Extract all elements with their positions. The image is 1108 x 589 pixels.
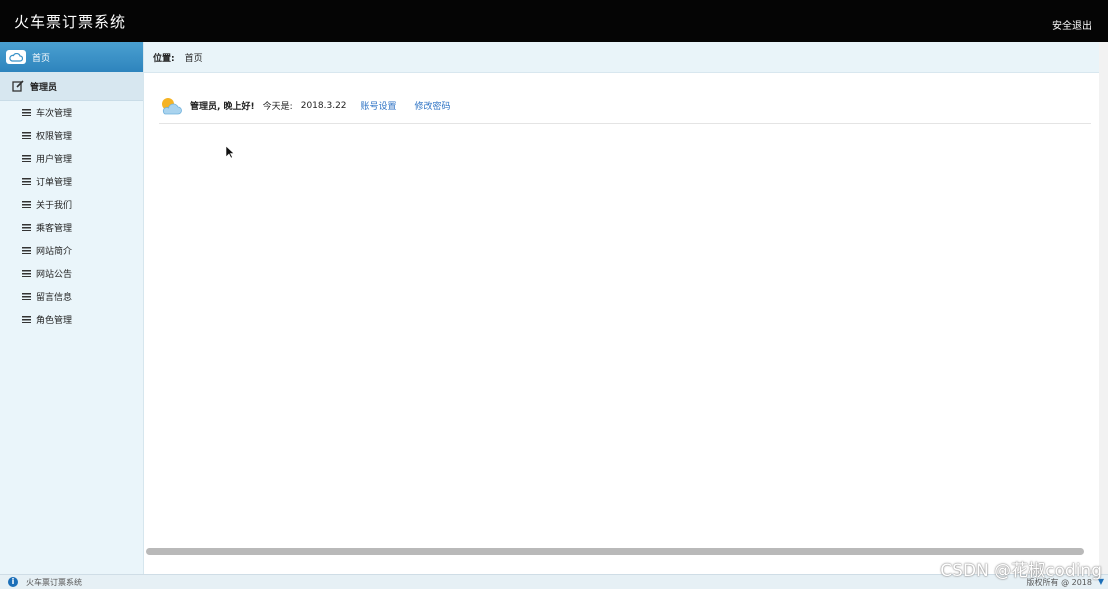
list-icon	[22, 224, 31, 231]
sidebar-item-label: 网站公告	[36, 270, 73, 280]
weather-icon	[162, 97, 182, 114]
sidebar-item-orders[interactable]: 订单管理	[0, 170, 143, 193]
list-icon	[22, 247, 31, 254]
welcome-bar: 管理员, 晚上好! 今天是: 2018.3.22 账号设置 修改密码	[159, 88, 1091, 124]
sidebar-item-passengers[interactable]: 乘客管理	[0, 216, 143, 239]
sidebar-item-label: 车次管理	[36, 109, 73, 119]
sidebar-item-notice[interactable]: 网站公告	[0, 262, 143, 285]
breadcrumb: 位置: 首页	[144, 42, 1099, 73]
sidebar-item-intro[interactable]: 网站简介	[0, 239, 143, 262]
horizontal-scrollbar[interactable]	[146, 548, 1084, 555]
cloud-icon	[6, 50, 26, 64]
sidebar-item-label: 乘客管理	[36, 224, 73, 234]
edit-icon	[12, 80, 24, 92]
list-icon	[22, 155, 31, 162]
account-settings-link[interactable]: 账号设置	[361, 99, 397, 112]
list-icon	[22, 109, 31, 116]
mouse-cursor-icon	[225, 145, 235, 159]
sidebar-home-label: 首页	[32, 53, 51, 64]
sidebar: 首页 管理员 车次管理 权限管理 用户管理 订单管理 关于我们 乘客管理 网站简…	[0, 42, 144, 574]
app-title: 火车票订票系统	[14, 13, 127, 31]
sidebar-item-about[interactable]: 关于我们	[0, 193, 143, 216]
sidebar-item-label: 权限管理	[36, 132, 73, 142]
sidebar-item-permission[interactable]: 权限管理	[0, 124, 143, 147]
vertical-scrollbar-track[interactable]	[1099, 42, 1108, 574]
today-date: 2018.3.22	[300, 100, 347, 111]
breadcrumb-current[interactable]: 首页	[185, 51, 203, 64]
sidebar-group-label: 管理员	[30, 82, 58, 93]
sidebar-item-label: 关于我们	[36, 201, 73, 211]
list-icon	[22, 132, 31, 139]
sidebar-item-label: 角色管理	[36, 316, 73, 326]
greeting-text: 管理员, 晚上好!	[190, 102, 255, 112]
footer-title: 火车票订票系统	[26, 578, 82, 587]
sidebar-item-label: 订单管理	[36, 178, 73, 188]
sidebar-item-label: 用户管理	[36, 155, 73, 165]
today-label: 今天是:	[262, 102, 293, 112]
change-password-link[interactable]: 修改密码	[415, 99, 451, 112]
top-bar: 火车票订票系统 安全退出	[0, 0, 1108, 42]
list-icon	[22, 316, 31, 323]
sidebar-group-admin[interactable]: 管理员	[0, 72, 143, 101]
breadcrumb-label: 位置:	[153, 53, 175, 64]
list-icon	[22, 178, 31, 185]
list-icon	[22, 270, 31, 277]
sidebar-item-messages[interactable]: 留言信息	[0, 285, 143, 308]
logout-link[interactable]: 安全退出	[1052, 17, 1092, 32]
watermark: CSDN @花椒coding	[940, 561, 1102, 581]
sidebar-item-train[interactable]: 车次管理	[0, 101, 143, 124]
sidebar-menu: 车次管理 权限管理 用户管理 订单管理 关于我们 乘客管理 网站简介 网站公告 …	[0, 101, 143, 331]
sidebar-home[interactable]: 首页	[0, 42, 143, 72]
list-icon	[22, 201, 31, 208]
sidebar-item-label: 留言信息	[36, 293, 73, 303]
info-icon: i	[8, 577, 18, 587]
list-icon	[22, 293, 31, 300]
sidebar-item-label: 网站简介	[36, 247, 73, 257]
sidebar-item-roles[interactable]: 角色管理	[0, 308, 143, 331]
sidebar-item-users[interactable]: 用户管理	[0, 147, 143, 170]
